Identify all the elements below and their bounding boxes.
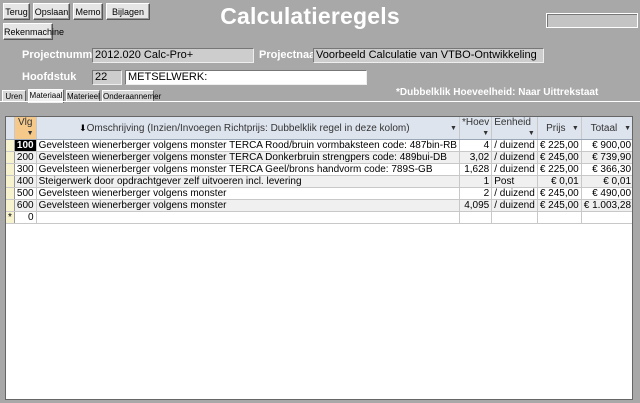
page-title: Calculatieregels: [220, 3, 400, 29]
bijlagen-button[interactable]: Bijlagen: [106, 3, 150, 20]
cell-omschrijving[interactable]: Gevelsteen wienerberger volgens monster: [36, 199, 460, 212]
cell-prijs[interactable]: [537, 211, 582, 224]
projectnummer-field[interactable]: 2012.020 Calc-Pro+: [92, 48, 254, 63]
cell-totaal[interactable]: € 739,90: [581, 151, 632, 164]
row-selector[interactable]: [6, 151, 15, 164]
row-selector[interactable]: [6, 199, 15, 212]
opslaan-button[interactable]: Opslaan: [33, 3, 70, 20]
cell-eenheid[interactable]: / duizend: [491, 199, 538, 212]
column-header-hoev[interactable]: *Hoev ▼: [459, 117, 493, 140]
memo-button[interactable]: Memo: [73, 3, 103, 20]
cell-hoev[interactable]: 2: [459, 187, 493, 200]
terug-button[interactable]: Terug: [3, 3, 30, 20]
dropdown-arrow-icon[interactable]: ▼: [27, 128, 34, 139]
cell-vlg[interactable]: 500: [14, 187, 37, 200]
cell-hoev[interactable]: 4: [459, 139, 493, 152]
cell-omschrijving[interactable]: Gevelsteen wienerberger volgens monster: [36, 187, 460, 200]
column-label-totaal: Totaal: [590, 122, 618, 134]
table-row[interactable]: 500 Gevelsteen wienerberger volgens mons…: [6, 187, 632, 200]
cell-prijs[interactable]: € 245,00: [537, 199, 582, 212]
row-selector[interactable]: [6, 187, 15, 200]
cell-hoev[interactable]: [459, 211, 493, 224]
cell-omschrijving[interactable]: Steigerwerk door opdrachtgever zelf uitv…: [36, 175, 460, 188]
cell-prijs[interactable]: € 245,00: [537, 187, 582, 200]
cell-hoev[interactable]: 1: [459, 175, 493, 188]
cell-prijs[interactable]: € 225,00: [537, 139, 582, 152]
cell-totaal[interactable]: € 490,00: [581, 187, 632, 200]
table-row[interactable]: 400 Steigerwerk door opdrachtgever zelf …: [6, 175, 632, 188]
cell-eenheid[interactable]: / duizend: [491, 163, 538, 176]
cell-eenheid[interactable]: / duizend: [491, 139, 538, 152]
cell-totaal[interactable]: € 0,01: [581, 175, 632, 188]
cell-vlg[interactable]: 400: [14, 175, 37, 188]
dropdown-arrow-icon[interactable]: ▼: [624, 123, 631, 134]
table-row[interactable]: 600 Gevelsteen wienerberger volgens mons…: [6, 199, 632, 212]
hint-note: *Dubbelklik Hoeveelheid: Naar Uittreksta…: [396, 87, 599, 98]
dropdown-arrow-icon[interactable]: ▼: [572, 123, 579, 134]
column-label-hoev: *Hoev: [461, 117, 490, 128]
select-all-header[interactable]: [6, 117, 15, 140]
cell-prijs[interactable]: € 0,01: [537, 175, 582, 188]
cell-eenheid[interactable]: Post: [491, 175, 538, 188]
column-header-omschrijving[interactable]: ⬇Omschrijving (Inzien/Invoegen Richtprij…: [36, 117, 460, 140]
cell-omschrijving[interactable]: Gevelsteen wienerberger volgens monster …: [36, 151, 460, 164]
cell-prijs[interactable]: € 225,00: [537, 163, 582, 176]
cell-hoev[interactable]: 4,095: [459, 199, 493, 212]
cell-eenheid[interactable]: / duizend: [491, 151, 538, 164]
rekenmachine-button[interactable]: Rekenmachine: [3, 23, 64, 40]
tab-divider: [0, 101, 640, 102]
projectnaam-field[interactable]: Voorbeeld Calculatie van VTBO-Ontwikkeli…: [313, 48, 544, 63]
new-record-marker: *: [6, 211, 15, 224]
column-header-eenheid[interactable]: Eenheid ▼: [491, 117, 538, 140]
cell-totaal[interactable]: € 900,00: [581, 139, 632, 152]
column-label-eenheid: Eenheid: [494, 117, 531, 128]
calculation-table: Vlg ▼ ⬇Omschrijving (Inzien/Invoegen Rich…: [6, 117, 632, 224]
cell-vlg[interactable]: 0: [14, 211, 37, 224]
cell-prijs[interactable]: € 245,00: [537, 151, 582, 164]
column-header-totaal[interactable]: Totaal ▼: [581, 117, 632, 140]
cell-vlg[interactable]: 300: [14, 163, 37, 176]
column-label-omschrijving: Omschrijving (Inzien/Invoegen Richtprijs…: [86, 122, 410, 134]
column-header-vlg[interactable]: Vlg ▼: [14, 117, 37, 140]
column-label-prijs: Prijs: [546, 122, 566, 134]
calculation-grid: Vlg ▼ ⬇Omschrijving (Inzien/Invoegen Rich…: [5, 116, 633, 400]
cell-eenheid[interactable]: [491, 211, 538, 224]
status-field: [546, 13, 638, 28]
row-selector[interactable]: [6, 163, 15, 176]
projectnummer-label: Projectnummer: [22, 49, 103, 61]
hoofdstuk-name-field[interactable]: METSELWERK:: [125, 70, 367, 85]
hoofdstuk-label: Hoofdstuk: [22, 71, 77, 83]
cell-totaal[interactable]: [581, 211, 632, 224]
table-row[interactable]: 200 Gevelsteen wienerberger volgens mons…: [6, 151, 632, 164]
cell-totaal[interactable]: € 366,30: [581, 163, 632, 176]
dropdown-arrow-icon[interactable]: ▼: [482, 128, 489, 139]
cell-totaal[interactable]: € 1.003,28: [581, 199, 632, 212]
cell-omschrijving[interactable]: Gevelsteen wienerberger volgens monster …: [36, 163, 460, 176]
table-row[interactable]: 100 Gevelsteen wienerberger volgens mons…: [6, 139, 632, 152]
cell-vlg[interactable]: 100: [14, 139, 37, 152]
column-label-vlg: Vlg: [18, 117, 33, 128]
dropdown-arrow-icon[interactable]: ▼: [450, 123, 457, 134]
cell-vlg[interactable]: 200: [14, 151, 37, 164]
cell-omschrijving[interactable]: [36, 211, 460, 224]
cell-hoev[interactable]: 1,628: [459, 163, 493, 176]
row-selector[interactable]: [6, 139, 15, 152]
cell-eenheid[interactable]: / duizend: [491, 187, 538, 200]
new-record-row[interactable]: * 0: [6, 211, 632, 224]
cell-vlg[interactable]: 600: [14, 199, 37, 212]
dropdown-arrow-icon[interactable]: ▼: [528, 128, 535, 139]
cell-hoev[interactable]: 3,02: [459, 151, 493, 164]
hoofdstuk-number-field[interactable]: 22: [92, 70, 122, 85]
sort-down-icon: ⬇: [79, 122, 87, 133]
table-row[interactable]: 300 Gevelsteen wienerberger volgens mons…: [6, 163, 632, 176]
cell-omschrijving[interactable]: Gevelsteen wienerberger volgens monster …: [36, 139, 460, 152]
row-selector[interactable]: [6, 175, 15, 188]
column-header-prijs[interactable]: Prijs ▼: [537, 117, 582, 140]
